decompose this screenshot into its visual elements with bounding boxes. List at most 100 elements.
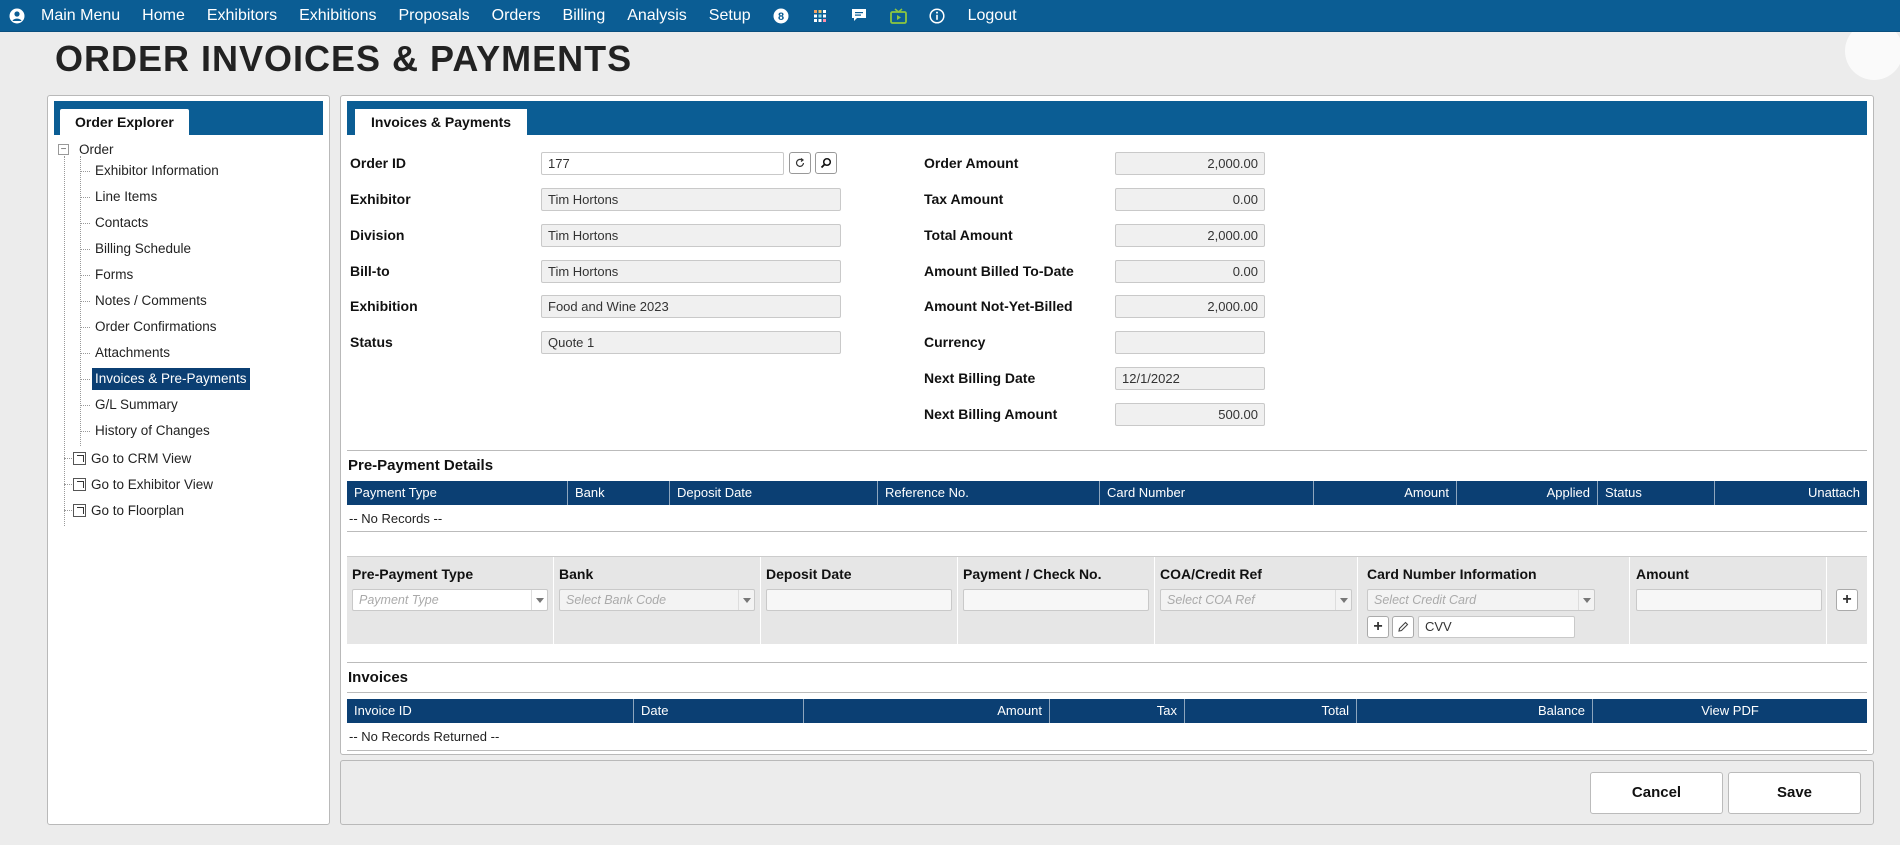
menu-exhibitors[interactable]: Exhibitors [196, 0, 288, 32]
chevron-down-icon[interactable] [738, 590, 754, 610]
col-card-number[interactable]: Card Number [1100, 481, 1314, 505]
amount-not-billed-label: Amount Not-Yet-Billed [924, 298, 1073, 314]
menu-proposals[interactable]: Proposals [387, 0, 480, 32]
tree-item-exhibitor-information[interactable]: Exhibitor Information [92, 160, 222, 182]
tree-item-gl-summary[interactable]: G/L Summary [92, 394, 181, 416]
next-billing-amount-field: 500.00 [1115, 403, 1265, 426]
next-billing-date-field: 12/1/2022 [1115, 367, 1265, 390]
col-tax[interactable]: Tax [1050, 699, 1185, 723]
currency-field [1115, 331, 1265, 354]
col-payment-type[interactable]: Payment Type [347, 481, 568, 505]
search-button[interactable] [815, 152, 837, 174]
tree-item-history-of-changes[interactable]: History of Changes [92, 420, 213, 442]
menu-exhibitions[interactable]: Exhibitions [288, 0, 387, 32]
invoices-title: Invoices [348, 669, 409, 686]
tree-connector [80, 353, 90, 354]
credit-card-placeholder: Select Credit Card [1374, 593, 1477, 607]
col-divider [760, 557, 761, 644]
info-icon[interactable] [918, 0, 957, 32]
credit-card-select[interactable]: Select Credit Card [1367, 589, 1595, 611]
tree-item-billing-schedule[interactable]: Billing Schedule [92, 238, 194, 260]
bank-select[interactable]: Select Bank Code [559, 589, 755, 611]
col-view-pdf[interactable]: View PDF [1593, 699, 1867, 723]
chevron-down-icon[interactable] [531, 590, 547, 610]
tree-connector [80, 301, 90, 302]
amount-input[interactable] [1636, 589, 1822, 611]
col-balance[interactable]: Balance [1357, 699, 1593, 723]
col-reference-no[interactable]: Reference No. [878, 481, 1100, 505]
deposit-date-input[interactable] [766, 589, 952, 611]
edit-card-button[interactable] [1392, 616, 1414, 638]
search-icon [820, 157, 832, 169]
tab-order-explorer[interactable]: Order Explorer [60, 109, 189, 135]
chevron-down-icon[interactable] [1578, 590, 1594, 610]
add-card-button[interactable]: + [1367, 616, 1389, 638]
tab-invoices-payments[interactable]: Invoices & Payments [355, 109, 528, 135]
add-prepayment-button[interactable]: + [1836, 589, 1858, 611]
save-button[interactable]: Save [1728, 772, 1861, 814]
user-icon[interactable] [4, 0, 30, 32]
chat-icon[interactable] [840, 0, 879, 32]
prepayment-title: Pre-Payment Details [348, 457, 494, 474]
payment-check-input[interactable] [963, 589, 1149, 611]
tax-amount-label: Tax Amount [924, 191, 1004, 207]
menu-billing[interactable]: Billing [552, 0, 617, 32]
goto-exhibitor-view[interactable]: Go to Exhibitor View [73, 473, 213, 495]
col-divider [1629, 557, 1630, 644]
status-label: Status [350, 334, 393, 350]
col-divider [1357, 557, 1358, 644]
tree-item-order-confirmations[interactable]: Order Confirmations [92, 316, 220, 338]
menu-orders[interactable]: Orders [481, 0, 552, 32]
explorer-tabbar: Order Explorer [54, 101, 323, 135]
tax-amount-field: 0.00 [1115, 188, 1265, 211]
menu-analysis[interactable]: Analysis [616, 0, 698, 32]
col-applied[interactable]: Applied [1457, 481, 1598, 505]
chevron-down-icon[interactable] [1335, 590, 1351, 610]
tree-item-attachments[interactable]: Attachments [92, 342, 173, 364]
tree-connector [64, 458, 72, 459]
badge-icon[interactable]: 8 [762, 0, 801, 32]
prepayment-type-label: Pre-Payment Type [352, 566, 474, 582]
tree-root-label: Order [79, 141, 114, 157]
cancel-button[interactable]: Cancel [1590, 772, 1723, 814]
collapse-icon[interactable]: − [58, 143, 69, 155]
menu-setup[interactable]: Setup [698, 0, 762, 32]
bank-placeholder: Select Bank Code [566, 593, 667, 607]
tree-connector [80, 379, 90, 380]
menu-logout[interactable]: Logout [957, 0, 1028, 32]
coa-ref-select[interactable]: Select COA Ref [1160, 589, 1352, 611]
tree-item-contacts[interactable]: Contacts [92, 212, 151, 234]
refresh-button[interactable] [789, 152, 811, 174]
tree-root-order[interactable]: − Order [56, 138, 114, 160]
menu-main-menu[interactable]: Main Menu [30, 0, 131, 32]
col-status[interactable]: Status [1598, 481, 1715, 505]
col-unattach[interactable]: Unattach [1715, 481, 1867, 505]
tree-item-forms[interactable]: Forms [92, 264, 136, 286]
tree-item-notes-comments[interactable]: Notes / Comments [92, 290, 210, 312]
pencil-icon [1398, 621, 1409, 632]
cvv-field[interactable]: CVV [1418, 616, 1575, 638]
col-total[interactable]: Total [1185, 699, 1357, 723]
external-link-icon [73, 503, 86, 517]
tree-connector [80, 249, 90, 250]
goto-floorplan[interactable]: Go to Floorplan [73, 499, 184, 521]
col-invoice-id[interactable]: Invoice ID [347, 699, 634, 723]
order-id-field[interactable]: 177 [541, 152, 784, 175]
col-bank[interactable]: Bank [568, 481, 670, 505]
col-deposit-date[interactable]: Deposit Date [670, 481, 878, 505]
col-date[interactable]: Date [634, 699, 804, 723]
col-divider [1826, 557, 1827, 644]
tv-icon[interactable] [879, 0, 918, 32]
prepayment-type-select[interactable]: Payment Type [352, 589, 548, 611]
grid-icon[interactable] [801, 0, 840, 32]
menu-home[interactable]: Home [131, 0, 196, 32]
bank-label: Bank [559, 566, 594, 582]
tree-connector [80, 275, 90, 276]
tree-connector [64, 156, 65, 526]
col-amount[interactable]: Amount [1314, 481, 1457, 505]
invoices-grid-header: Invoice ID Date Amount Tax Total Balance… [347, 699, 1867, 723]
col-invoice-amount[interactable]: Amount [804, 699, 1050, 723]
tree-item-line-items[interactable]: Line Items [92, 186, 160, 208]
goto-crm-view[interactable]: Go to CRM View [73, 447, 191, 469]
tree-item-invoices-prepayments[interactable]: Invoices & Pre-Payments [92, 368, 250, 390]
